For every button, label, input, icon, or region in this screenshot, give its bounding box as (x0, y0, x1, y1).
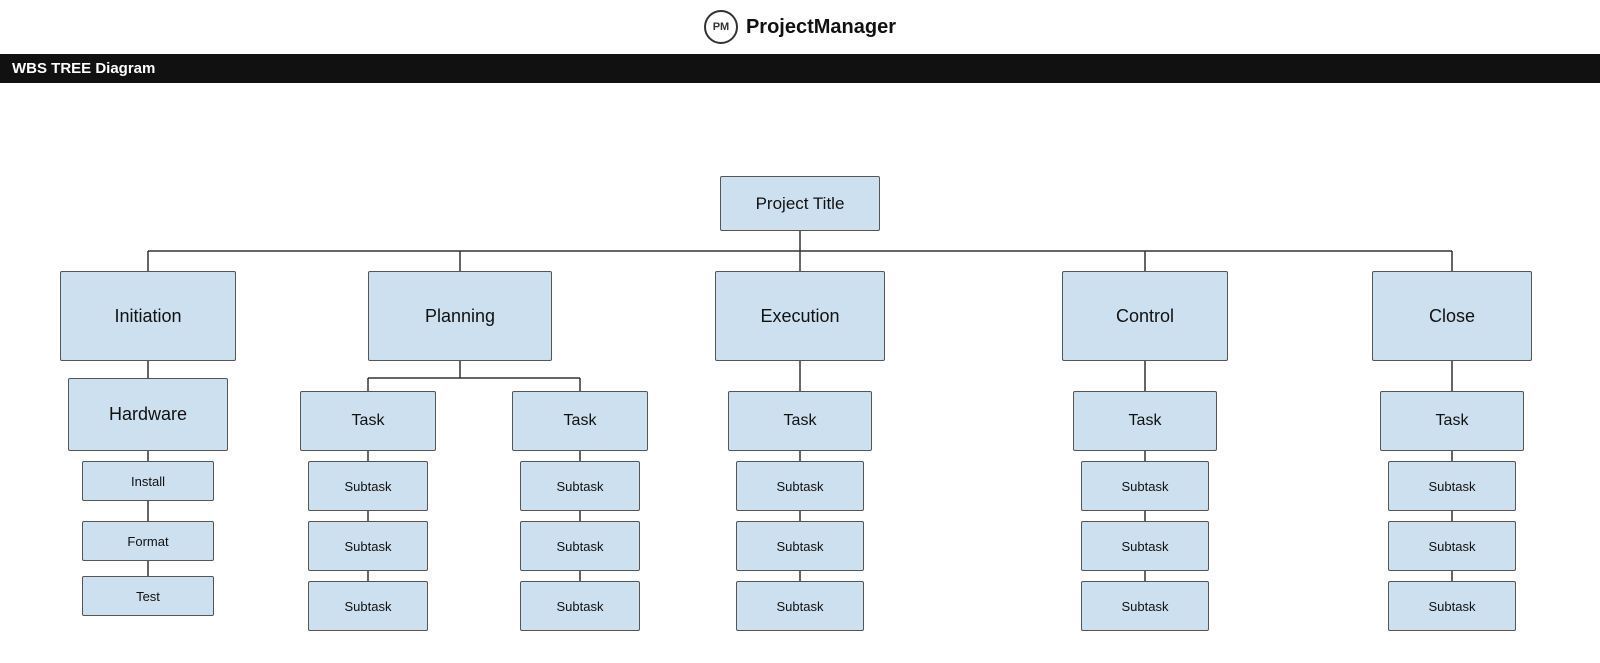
node-planning-subtask2b: Subtask (520, 521, 640, 571)
node-planning-subtask1b: Subtask (308, 521, 428, 571)
app-name: ProjectManager (746, 16, 896, 39)
node-control-subtask1: Subtask (1081, 461, 1209, 511)
node-execution: Execution (715, 271, 885, 361)
pm-icon: PM (704, 10, 738, 44)
node-control: Control (1062, 271, 1228, 361)
title-bar: WBS TREE Diagram (0, 54, 1600, 83)
node-hardware: Hardware (68, 378, 228, 451)
node-project-title: Project Title (720, 176, 880, 231)
node-planning-task1: Task (300, 391, 436, 451)
node-close-subtask2: Subtask (1388, 521, 1516, 571)
node-planning: Planning (368, 271, 552, 361)
header: PM ProjectManager (0, 0, 1600, 54)
node-execution-subtask3: Subtask (736, 581, 864, 631)
node-close-subtask1: Subtask (1388, 461, 1516, 511)
pm-logo: PM ProjectManager (704, 10, 896, 44)
node-planning-subtask1c: Subtask (308, 581, 428, 631)
node-initiation: Initiation (60, 271, 236, 361)
node-test: Test (82, 576, 214, 616)
node-planning-subtask2c: Subtask (520, 581, 640, 631)
node-close: Close (1372, 271, 1532, 361)
node-format: Format (82, 521, 214, 561)
node-planning-subtask2a: Subtask (520, 461, 640, 511)
node-close-subtask3: Subtask (1388, 581, 1516, 631)
diagram-title: WBS TREE Diagram (12, 60, 155, 77)
node-planning-subtask1a: Subtask (308, 461, 428, 511)
wbs-diagram: Project Title Initiation Hardware Instal… (0, 83, 1600, 663)
node-install: Install (82, 461, 214, 501)
node-execution-subtask1: Subtask (736, 461, 864, 511)
connector-lines (0, 83, 1600, 663)
node-control-subtask3: Subtask (1081, 581, 1209, 631)
node-execution-subtask2: Subtask (736, 521, 864, 571)
node-close-task: Task (1380, 391, 1524, 451)
node-planning-task2: Task (512, 391, 648, 451)
node-control-subtask2: Subtask (1081, 521, 1209, 571)
node-execution-task: Task (728, 391, 872, 451)
node-control-task: Task (1073, 391, 1217, 451)
